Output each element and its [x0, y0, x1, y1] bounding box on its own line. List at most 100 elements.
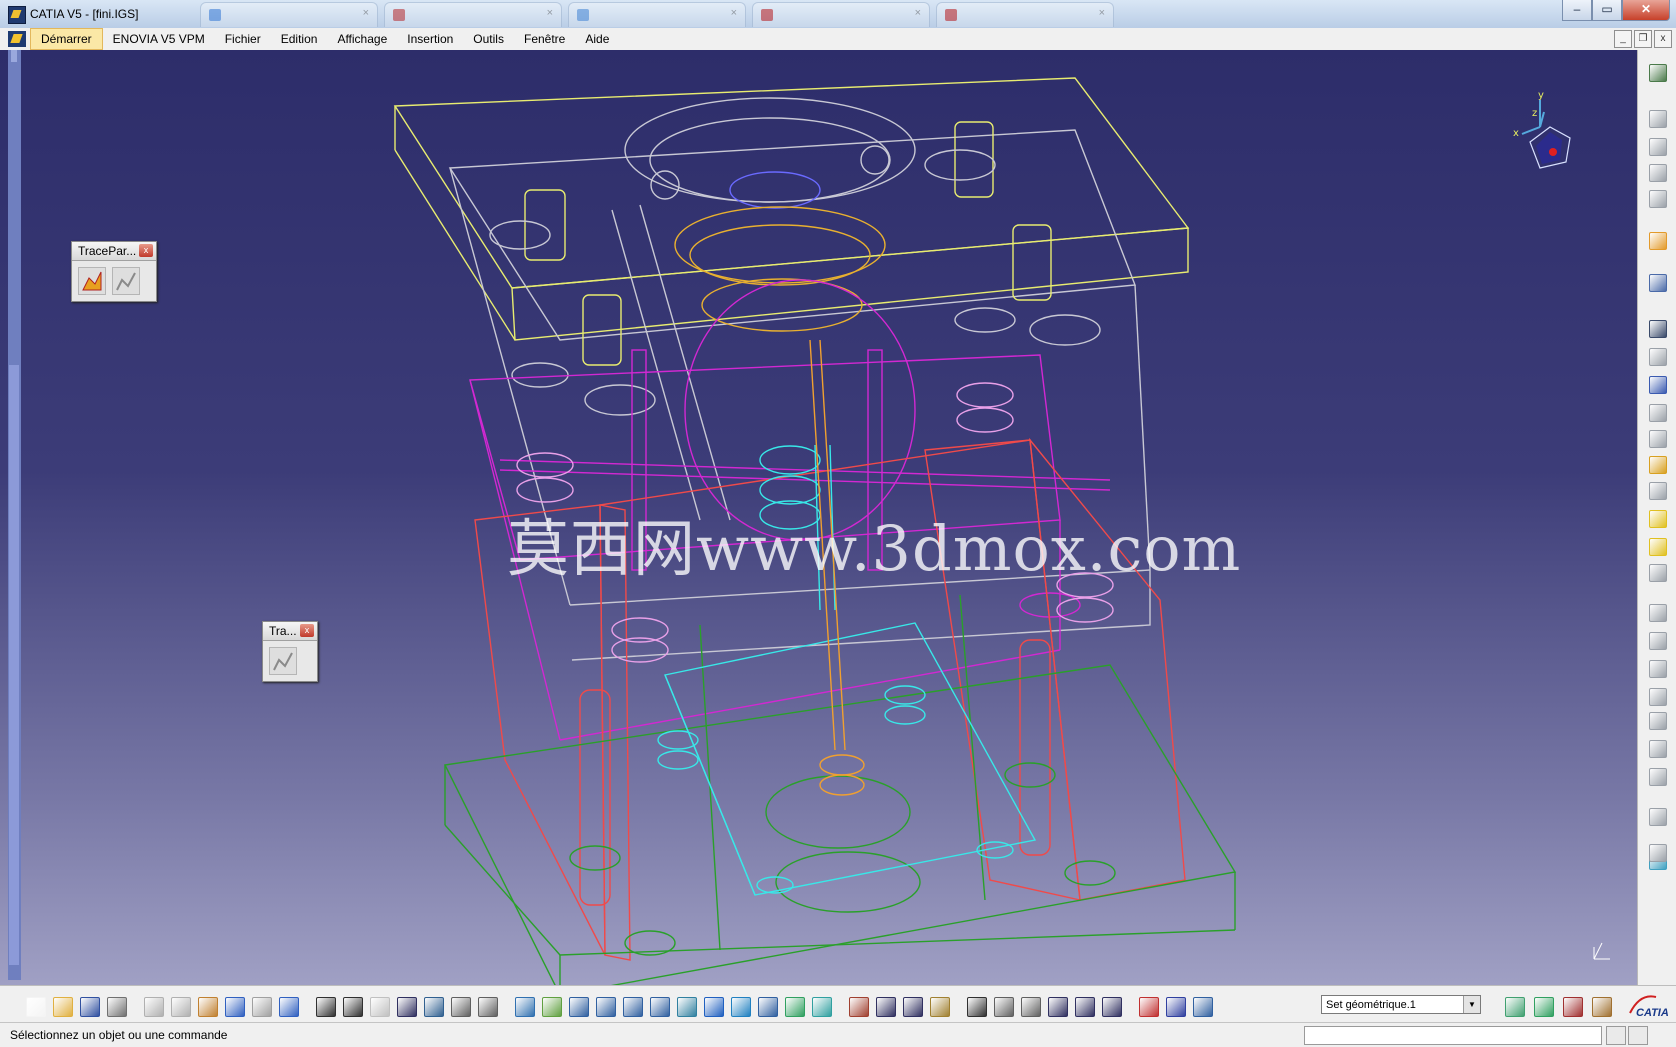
comment-icon[interactable]: [341, 995, 363, 1017]
tree-icon[interactable]: [1647, 108, 1667, 128]
swap-visible-icon[interactable]: [810, 995, 832, 1017]
groove-icon[interactable]: [1647, 402, 1667, 422]
menu-item-4[interactable]: Affichage: [327, 28, 397, 50]
thickness-icon[interactable]: [1647, 658, 1667, 678]
pocket-icon[interactable]: [1647, 346, 1667, 366]
menu-item-7[interactable]: Fenêtre: [514, 28, 575, 50]
fit-all-icon[interactable]: [540, 995, 562, 1017]
hide-show-icon[interactable]: [783, 995, 805, 1017]
browser-tab-2[interactable]: ×: [568, 2, 746, 27]
status-button-2[interactable]: [1628, 1026, 1648, 1045]
command-input[interactable]: [1304, 1026, 1602, 1045]
doc-minimize-button[interactable]: _: [1614, 30, 1632, 48]
draft-icon[interactable]: [1647, 602, 1667, 622]
trace-profile-icon[interactable]: [269, 647, 297, 675]
menu-item-1[interactable]: ENOVIA V5 VPM: [103, 28, 215, 50]
update-icon[interactable]: [847, 995, 869, 1017]
axis-system-icon[interactable]: [1046, 995, 1068, 1017]
tools-icon[interactable]: [1590, 995, 1612, 1017]
fly-mode-icon[interactable]: [513, 995, 535, 1017]
rib-icon[interactable]: [1647, 454, 1667, 474]
tra-close-button[interactable]: x: [300, 624, 314, 637]
menu-item-5[interactable]: Insertion: [397, 28, 463, 50]
tree-expand-icon[interactable]: [1647, 136, 1667, 156]
redo-icon[interactable]: [250, 995, 272, 1017]
wireframe-icon[interactable]: [1532, 995, 1554, 1017]
browser-tab-3[interactable]: ×: [752, 2, 930, 27]
shading-icon[interactable]: [756, 995, 778, 1017]
geometric-set-select[interactable]: Set géométrique.1 ▼: [1321, 995, 1481, 1014]
camera-icon[interactable]: [965, 995, 987, 1017]
tra-toolbar[interactable]: Tra... x: [262, 621, 318, 682]
shaft-icon[interactable]: [1647, 374, 1667, 394]
refresh-icon[interactable]: [992, 995, 1014, 1017]
iso-view-icon[interactable]: [729, 995, 751, 1017]
mirror-icon[interactable]: [1647, 710, 1667, 730]
menu-item-6[interactable]: Outils: [463, 28, 514, 50]
shell-icon[interactable]: [1647, 630, 1667, 650]
hand-icon[interactable]: [1019, 995, 1041, 1017]
menu-item-3[interactable]: Edition: [271, 28, 328, 50]
graph-icon[interactable]: [422, 995, 444, 1017]
copy-icon[interactable]: [169, 995, 191, 1017]
paste-icon[interactable]: [196, 995, 218, 1017]
surface-icon[interactable]: [1503, 995, 1525, 1017]
grid-icon[interactable]: [1073, 995, 1095, 1017]
doc-close-button[interactable]: x: [1654, 30, 1672, 48]
sketch-icon[interactable]: [1647, 272, 1667, 292]
menu-item-0[interactable]: Démarrer: [30, 28, 103, 50]
browser-tab-0[interactable]: ×: [200, 2, 378, 27]
status-button-1[interactable]: [1606, 1026, 1626, 1045]
gear-icon[interactable]: [1647, 62, 1667, 82]
3d-viewport[interactable]: 莫西网www.3dmox.com y x z: [0, 50, 1676, 985]
trace-profile-icon[interactable]: [112, 267, 140, 295]
close-button[interactable]: ✕: [1622, 0, 1670, 21]
formula-icon[interactable]: [314, 995, 336, 1017]
normal-view-icon[interactable]: [675, 995, 697, 1017]
tab-close-icon[interactable]: ×: [547, 7, 553, 19]
tab-close-icon[interactable]: ×: [1099, 7, 1105, 19]
thread-icon[interactable]: [1647, 686, 1667, 706]
assembly-icon[interactable]: [1647, 188, 1667, 208]
cube-icon[interactable]: [1647, 508, 1667, 528]
tab-close-icon[interactable]: ×: [915, 7, 921, 19]
trace-sketch-icon[interactable]: [78, 267, 106, 295]
undo-icon[interactable]: [223, 995, 245, 1017]
open-icon[interactable]: [51, 995, 73, 1017]
rotate-icon[interactable]: [594, 995, 616, 1017]
cut-icon[interactable]: [142, 995, 164, 1017]
sphere-icon[interactable]: [1647, 766, 1667, 786]
zoom-out-icon[interactable]: [648, 995, 670, 1017]
slot-icon[interactable]: [1647, 480, 1667, 500]
catia-menu-icon[interactable]: [8, 31, 26, 47]
compass[interactable]: y x z: [1500, 72, 1580, 172]
chevron-down-icon[interactable]: ▼: [1463, 996, 1480, 1013]
measure-item-icon[interactable]: [901, 995, 923, 1017]
pan-icon[interactable]: [567, 995, 589, 1017]
analysis-view-icon[interactable]: [1561, 995, 1583, 1017]
tab-close-icon[interactable]: ×: [731, 7, 737, 19]
knowledge-icon[interactable]: [449, 995, 471, 1017]
browser-tab-4[interactable]: ×: [936, 2, 1114, 27]
pattern-icon[interactable]: [1647, 738, 1667, 758]
snap-icon[interactable]: [1137, 995, 1159, 1017]
chamfer-icon[interactable]: [1647, 562, 1667, 582]
maximize-button[interactable]: ▭: [1592, 0, 1622, 21]
mass-icon[interactable]: [928, 995, 950, 1017]
hole-icon[interactable]: [1647, 428, 1667, 448]
geometric-set-icon[interactable]: [1191, 995, 1213, 1017]
select-arrow-icon[interactable]: [1647, 230, 1667, 250]
tracepar-toolbar[interactable]: TracePar... x: [71, 241, 157, 302]
help-icon[interactable]: [277, 995, 299, 1017]
minimize-button[interactable]: –: [1562, 0, 1592, 21]
fillet-icon[interactable]: [1647, 536, 1667, 556]
lock-icon[interactable]: [368, 995, 390, 1017]
browser-tab-1[interactable]: ×: [384, 2, 562, 27]
pad-icon[interactable]: [1647, 318, 1667, 338]
scale-icon[interactable]: [1647, 806, 1667, 826]
save-icon[interactable]: [78, 995, 100, 1017]
menu-item-2[interactable]: Fichier: [215, 28, 271, 50]
doc-restore-button[interactable]: ❐: [1634, 30, 1652, 48]
constraint-icon[interactable]: [1164, 995, 1186, 1017]
multi-view-icon[interactable]: [702, 995, 724, 1017]
